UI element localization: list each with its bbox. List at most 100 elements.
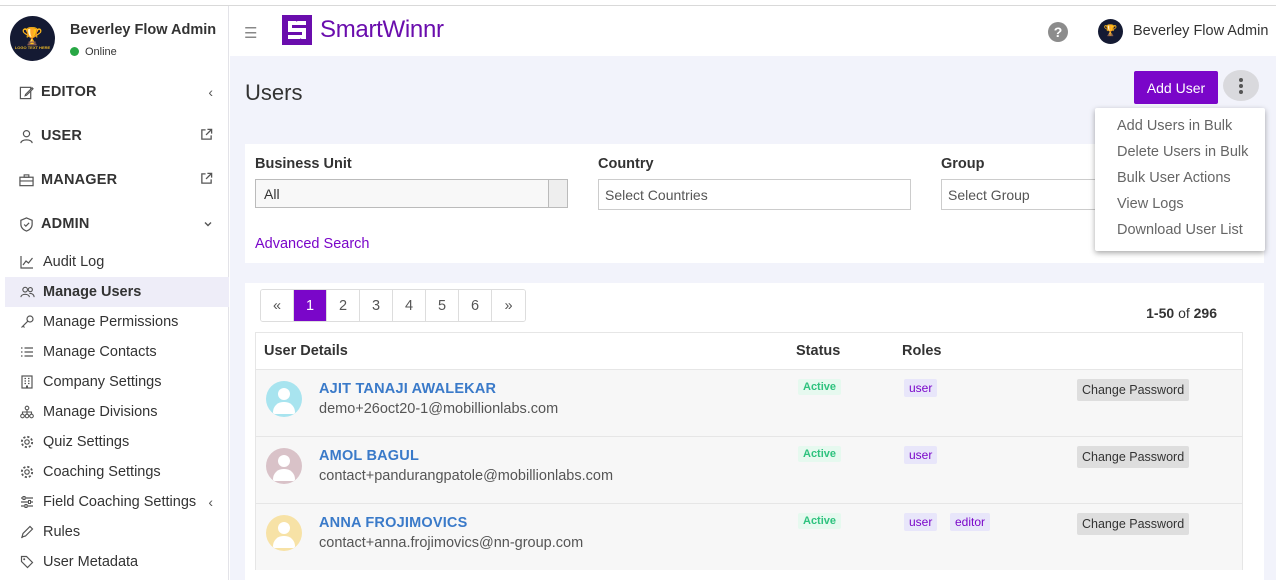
tag-icon	[19, 554, 35, 570]
nav-section-label: USER	[41, 128, 83, 144]
avatar-body	[273, 469, 295, 481]
sidebar-item-quiz-settings[interactable]: Quiz Settings	[5, 427, 229, 457]
header-user-name[interactable]: Beverley Flow Admin	[1133, 23, 1268, 39]
business-unit-value: All	[264, 186, 280, 202]
brand-logo[interactable]: SmartWinnr	[282, 15, 444, 45]
user-avatar-icon	[266, 515, 302, 551]
sidebar-item-label: Manage Permissions	[43, 314, 179, 330]
pagination: « 1 2 3 4 5 6 »	[260, 289, 526, 322]
users-table-card: « 1 2 3 4 5 6 » 1-50 of 296 User Details…	[245, 283, 1264, 580]
user-email: contact+anna.frojimovics@nn-group.com	[319, 535, 584, 551]
help-icon[interactable]: ?	[1048, 22, 1068, 42]
pagination-page[interactable]: 2	[327, 290, 360, 321]
user-icon	[18, 128, 34, 144]
business-unit-label: Business Unit	[255, 156, 352, 172]
pagination-page[interactable]: 1	[294, 290, 327, 321]
country-label: Country	[598, 156, 654, 172]
role-badge: user	[904, 379, 938, 397]
table-header: User Details Status Roles	[255, 332, 1243, 369]
pen-icon	[19, 524, 35, 540]
business-unit-select[interactable]: All	[255, 179, 568, 208]
pagination-next[interactable]: »	[492, 290, 525, 321]
group-label: Group	[941, 156, 985, 172]
top-header: ☰ SmartWinnr ? 🏆 Beverley Flow Admin	[230, 6, 1276, 56]
nav-section-user[interactable]: USER	[0, 115, 229, 157]
advanced-search-link[interactable]: Advanced Search	[255, 236, 369, 252]
smartwinnr-logo-icon	[282, 15, 312, 45]
menu-item-view-logs[interactable]: View Logs	[1095, 193, 1265, 219]
pagination-prev[interactable]: «	[261, 290, 294, 321]
profile-block: 🏆 LOGO TEXT HERE Beverley Flow Admin Onl…	[10, 16, 220, 62]
kebab-dot	[1239, 77, 1243, 82]
change-password-button[interactable]: Change Password	[1077, 446, 1190, 468]
sidebar-item-manage-divisions[interactable]: Manage Divisions	[5, 397, 229, 427]
sidebar-item-field-coaching-settings[interactable]: Field Coaching Settings ‹	[5, 487, 229, 517]
group-select[interactable]: Select Group	[941, 179, 1111, 210]
sidebar-item-manage-users[interactable]: Manage Users	[5, 277, 229, 307]
nav-section-manager[interactable]: MANAGER	[0, 159, 229, 201]
change-password-button[interactable]: Change Password	[1077, 379, 1190, 401]
column-header-user-details: User Details	[264, 343, 348, 359]
sidebar: 🏆 LOGO TEXT HERE Beverley Flow Admin Onl…	[0, 6, 229, 580]
sidebar-item-coaching-settings[interactable]: Coaching Settings	[5, 457, 229, 487]
nav-section-label: MANAGER	[41, 172, 118, 188]
menu-item-delete-users-bulk[interactable]: Delete Users in Bulk	[1095, 141, 1265, 167]
change-password-button[interactable]: Change Password	[1077, 513, 1190, 535]
avatar-head	[278, 388, 290, 400]
user-name-link[interactable]: ANNA FROJIMOVICS	[319, 515, 467, 531]
chevron-left-icon: ‹	[208, 84, 213, 100]
external-link-icon	[200, 128, 213, 144]
sidebar-item-label: Manage Divisions	[43, 404, 158, 420]
sidebar-item-manage-permissions[interactable]: Manage Permissions	[5, 307, 229, 337]
range-of: of	[1178, 305, 1190, 321]
user-name-link[interactable]: AMOL BAGUL	[319, 448, 419, 464]
sidebar-item-rules[interactable]: Rules	[5, 517, 229, 547]
chevron-left-icon: ‹	[208, 494, 213, 510]
group-placeholder: Select Group	[948, 187, 1030, 203]
pagination-page[interactable]: 4	[393, 290, 426, 321]
hamburger-menu-icon[interactable]: ☰	[244, 24, 257, 42]
sidebar-item-user-metadata[interactable]: User Metadata	[5, 547, 229, 577]
sidebar-item-audit-log[interactable]: Audit Log	[5, 247, 229, 277]
country-select[interactable]: Select Countries	[598, 179, 911, 210]
avatar-body	[273, 402, 295, 414]
sidebar-item-manage-contacts[interactable]: Manage Contacts	[5, 337, 229, 367]
trophy-icon: 🏆	[21, 26, 44, 46]
user-name-link[interactable]: AJIT TANAJI AWALEKAR	[319, 381, 496, 397]
profile-avatar: 🏆 LOGO TEXT HERE	[10, 16, 55, 61]
online-status: Online	[70, 46, 117, 58]
sidebar-item-label: Rules	[43, 524, 81, 540]
sidebar-item-company-settings[interactable]: Company Settings	[5, 367, 229, 397]
pagination-page[interactable]: 3	[360, 290, 393, 321]
nav-section-editor[interactable]: EDITOR ‹	[0, 71, 229, 113]
header-avatar[interactable]: 🏆	[1098, 19, 1123, 44]
status-badge: Active	[798, 379, 842, 395]
logo-text: LOGO TEXT HERE	[14, 44, 51, 50]
pagination-page[interactable]: 5	[426, 290, 459, 321]
menu-item-add-users-bulk[interactable]: Add Users in Bulk	[1095, 115, 1265, 141]
sidebar-item-label: User Metadata	[43, 554, 139, 570]
more-options-button[interactable]	[1223, 70, 1259, 101]
edit-icon	[18, 84, 34, 100]
sidebar-item-label: Audit Log	[43, 254, 105, 270]
shield-icon	[18, 216, 34, 232]
sidebar-item-label: Coaching Settings	[43, 464, 161, 480]
add-user-button[interactable]: Add User	[1134, 71, 1218, 104]
country-placeholder: Select Countries	[605, 187, 708, 203]
select-arrow-icon	[548, 180, 567, 207]
menu-item-bulk-user-actions[interactable]: Bulk User Actions	[1095, 167, 1265, 193]
kebab-dot	[1239, 83, 1243, 88]
status-badge: Active	[798, 446, 842, 462]
table-row: AJIT TANAJI AWALEKAR demo+26oct20-1@mobi…	[255, 369, 1243, 436]
sidebar-item-label: Field Coaching Settings	[43, 494, 197, 510]
gear-icon	[19, 464, 35, 480]
online-dot-icon	[70, 47, 79, 56]
pagination-page[interactable]: 6	[459, 290, 492, 321]
table-row: ANNA FROJIMOVICS contact+anna.frojimovic…	[255, 503, 1243, 570]
role-badge: editor	[950, 513, 991, 531]
kebab-dot	[1239, 89, 1243, 94]
nav-section-admin[interactable]: ADMIN	[0, 203, 229, 245]
menu-item-download-user-list[interactable]: Download User List	[1095, 219, 1265, 245]
building-icon	[19, 374, 35, 390]
avatar-head	[278, 455, 290, 467]
